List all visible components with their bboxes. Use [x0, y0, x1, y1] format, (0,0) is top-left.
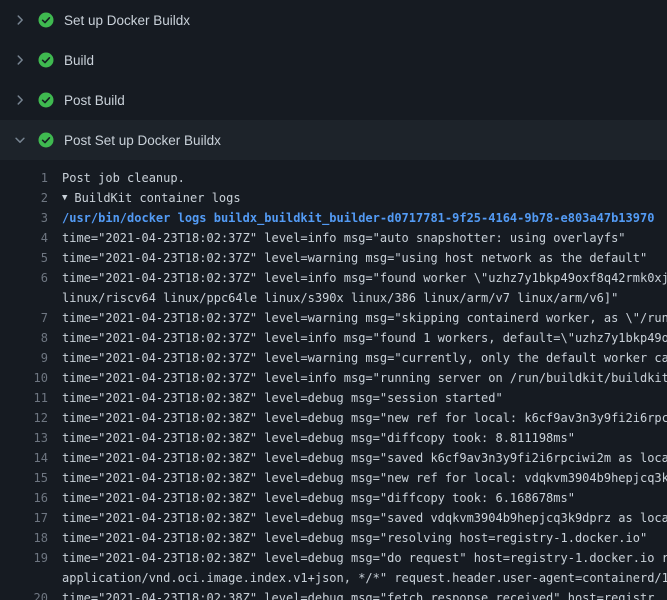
- step-header[interactable]: Post Build: [0, 80, 667, 120]
- log-line: 17 ▼ time="2021-04-23T18:02:38Z" level=d…: [0, 508, 667, 528]
- log-line-text: time="2021-04-23T18:02:37Z" level=warnin…: [62, 308, 667, 328]
- log-line-text: time="2021-04-23T18:02:37Z" level=info m…: [62, 228, 626, 248]
- log-line-number[interactable]: 17: [0, 508, 48, 528]
- log-line-number[interactable]: 13: [0, 428, 48, 448]
- step-title: Set up Docker Buildx: [64, 13, 190, 28]
- log-line-number[interactable]: 3: [0, 208, 48, 228]
- log-line-text: /usr/bin/docker logs buildx_buildkit_bui…: [62, 208, 654, 228]
- chevron-icon[interactable]: [12, 92, 28, 108]
- log-line-number[interactable]: 20: [0, 588, 48, 600]
- log-line-text: Post job cleanup.: [62, 168, 185, 188]
- check-circle-icon: [38, 92, 54, 108]
- log-line-number[interactable]: 6: [0, 268, 48, 288]
- log-line-number[interactable]: 7: [0, 308, 48, 328]
- log-line-number[interactable]: 14: [0, 448, 48, 468]
- check-circle-icon: [38, 132, 54, 148]
- log-line-text: time="2021-04-23T18:02:37Z" level=info m…: [62, 328, 667, 348]
- log-group-caret-icon[interactable]: ▼: [62, 188, 67, 208]
- log-line: ▼ application/vnd.oci.image.index.v1+jso…: [0, 568, 667, 588]
- log-line-text: time="2021-04-23T18:02:38Z" level=debug …: [62, 508, 667, 528]
- log-line-text: time="2021-04-23T18:02:38Z" level=debug …: [62, 468, 667, 488]
- log-line-text: time="2021-04-23T18:02:38Z" level=debug …: [62, 448, 667, 468]
- log-line-text: BuildKit container logs: [74, 188, 240, 208]
- log-line-text: time="2021-04-23T18:02:38Z" level=debug …: [62, 488, 575, 508]
- log-line-number[interactable]: 9: [0, 348, 48, 368]
- log-line-number[interactable]: 5: [0, 248, 48, 268]
- log-line-number[interactable]: 15: [0, 468, 48, 488]
- log-line-number[interactable]: 18: [0, 528, 48, 548]
- log-line: ▼ linux/riscv64 linux/ppc64le linux/s390…: [0, 288, 667, 308]
- log-line-text: linux/riscv64 linux/ppc64le linux/s390x …: [62, 288, 618, 308]
- log-line: 19 ▼ time="2021-04-23T18:02:38Z" level=d…: [0, 548, 667, 568]
- log-line: 7 ▼ time="2021-04-23T18:02:37Z" level=wa…: [0, 308, 667, 328]
- log-line-text: time="2021-04-23T18:02:38Z" level=debug …: [62, 388, 503, 408]
- log-line-text: time="2021-04-23T18:02:37Z" level=info m…: [62, 268, 667, 288]
- log-line-text: time="2021-04-23T18:02:37Z" level=warnin…: [62, 248, 647, 268]
- step-header[interactable]: Set up Docker Buildx: [0, 0, 667, 40]
- step-header[interactable]: Post Set up Docker Buildx: [0, 120, 667, 160]
- chevron-icon[interactable]: [12, 132, 28, 148]
- log-line: 11 ▼ time="2021-04-23T18:02:38Z" level=d…: [0, 388, 667, 408]
- log-line-text: time="2021-04-23T18:02:38Z" level=debug …: [62, 408, 667, 428]
- log-line: 8 ▼ time="2021-04-23T18:02:37Z" level=in…: [0, 328, 667, 348]
- steps-list: Set up Docker Buildx Build P: [0, 0, 667, 160]
- check-circle-icon: [38, 52, 54, 68]
- step-title: Post Build: [64, 93, 125, 108]
- log-line: 3 ▼ /usr/bin/docker logs buildx_buildkit…: [0, 208, 667, 228]
- log-line: 16 ▼ time="2021-04-23T18:02:38Z" level=d…: [0, 488, 667, 508]
- log-line-text: time="2021-04-23T18:02:37Z" level=info m…: [62, 368, 667, 388]
- log-line: 12 ▼ time="2021-04-23T18:02:38Z" level=d…: [0, 408, 667, 428]
- log-line-number[interactable]: 16: [0, 488, 48, 508]
- log-line: 20 ▼ time="2021-04-23T18:02:38Z" level=d…: [0, 588, 667, 600]
- log-line-number[interactable]: 4: [0, 228, 48, 248]
- chevron-icon[interactable]: [12, 12, 28, 28]
- log-line: 6 ▼ time="2021-04-23T18:02:37Z" level=in…: [0, 268, 667, 288]
- log-line-number[interactable]: 1: [0, 168, 48, 188]
- step-title: Build: [64, 53, 94, 68]
- log-line-number[interactable]: 19: [0, 548, 48, 568]
- log-line-text: time="2021-04-23T18:02:37Z" level=warnin…: [62, 348, 667, 368]
- log-viewer: 1 ▼ Post job cleanup. 2 ▼ BuildKit conta…: [0, 160, 667, 600]
- log-line-text: time="2021-04-23T18:02:38Z" level=debug …: [62, 428, 575, 448]
- log-line-text: time="2021-04-23T18:02:38Z" level=debug …: [62, 548, 667, 568]
- log-line: 14 ▼ time="2021-04-23T18:02:38Z" level=d…: [0, 448, 667, 468]
- log-line-number[interactable]: 2: [0, 188, 48, 208]
- log-line: 2 ▼ BuildKit container logs: [0, 188, 667, 208]
- log-line: 13 ▼ time="2021-04-23T18:02:38Z" level=d…: [0, 428, 667, 448]
- log-line-text: application/vnd.oci.image.index.v1+json,…: [62, 568, 667, 588]
- check-circle-icon: [38, 12, 54, 28]
- log-line-number[interactable]: [0, 288, 48, 308]
- log-line-text: time="2021-04-23T18:02:38Z" level=debug …: [62, 588, 654, 600]
- step-title: Post Set up Docker Buildx: [64, 133, 221, 148]
- log-line-number[interactable]: 10: [0, 368, 48, 388]
- log-line: 10 ▼ time="2021-04-23T18:02:37Z" level=i…: [0, 368, 667, 388]
- log-line: 9 ▼ time="2021-04-23T18:02:37Z" level=wa…: [0, 348, 667, 368]
- log-line: 5 ▼ time="2021-04-23T18:02:37Z" level=wa…: [0, 248, 667, 268]
- log-line-number[interactable]: 8: [0, 328, 48, 348]
- log-line: 4 ▼ time="2021-04-23T18:02:37Z" level=in…: [0, 228, 667, 248]
- log-line-text: time="2021-04-23T18:02:38Z" level=debug …: [62, 528, 647, 548]
- log-line-number[interactable]: 12: [0, 408, 48, 428]
- step-header[interactable]: Build: [0, 40, 667, 80]
- log-line: 18 ▼ time="2021-04-23T18:02:38Z" level=d…: [0, 528, 667, 548]
- log-line-number[interactable]: 11: [0, 388, 48, 408]
- chevron-icon[interactable]: [12, 52, 28, 68]
- log-line: 15 ▼ time="2021-04-23T18:02:38Z" level=d…: [0, 468, 667, 488]
- log-line: 1 ▼ Post job cleanup.: [0, 168, 667, 188]
- log-line-number[interactable]: [0, 568, 48, 588]
